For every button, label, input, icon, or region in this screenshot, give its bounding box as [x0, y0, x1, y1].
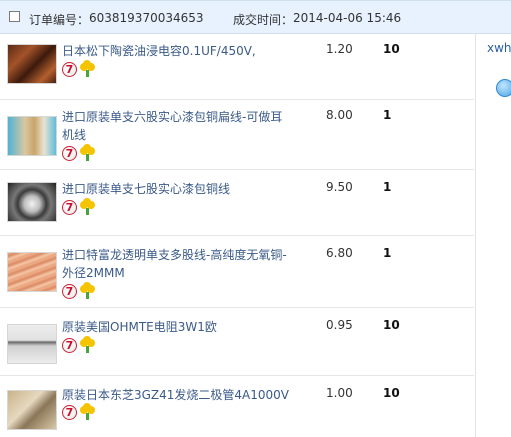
item-quantity: 1 — [383, 180, 392, 194]
flower-badge-icon — [80, 403, 95, 420]
chat-icon[interactable] — [496, 79, 511, 97]
item-row: 日本松下陶瓷油浸电容0.1UF/450V, 7 1.20 10 — [0, 34, 474, 100]
seven-day-return-icon: 7 — [62, 405, 77, 420]
product-title-link[interactable]: 原装日本东芝3GZ41发烧二极管4A1000V — [62, 386, 292, 404]
product-thumbnail[interactable] — [7, 252, 57, 292]
item-price: 6.80 — [326, 246, 353, 260]
deal-time: 2014-04-06 15:46 — [293, 11, 402, 25]
product-title-link[interactable]: 原装美国OHMTE电阻3W1欧 — [62, 318, 292, 336]
deal-time-label: 成交时间： — [233, 13, 294, 27]
item-quantity: 10 — [383, 42, 400, 56]
item-row: 进口特富龙透明单支多股线-高纯度无氧铜-外径2MMM 7 6.80 1 — [0, 236, 474, 308]
flower-badge-icon — [80, 282, 95, 299]
item-price: 8.00 — [326, 108, 353, 122]
flower-badge-icon — [80, 336, 95, 353]
seven-day-return-icon: 7 — [62, 146, 77, 161]
flower-badge-icon — [80, 198, 95, 215]
item-row: 进口原装单支六股实心漆包铜扁线-可做耳机线 7 8.00 1 — [0, 100, 474, 170]
product-title-link[interactable]: 进口原装单支六股实心漆包铜扁线-可做耳机线 — [62, 108, 292, 144]
item-quantity: 1 — [383, 108, 392, 122]
item-row: 进口原装单支七股实心漆包铜线 7 9.50 1 — [0, 170, 474, 236]
flower-badge-icon — [80, 60, 95, 77]
order-number-label: 订单编号： — [29, 13, 90, 27]
item-price: 1.20 — [326, 42, 353, 56]
seven-day-return-icon: 7 — [62, 62, 77, 77]
column-divider — [475, 34, 476, 437]
order-select-checkbox[interactable] — [9, 11, 20, 22]
product-thumbnail[interactable] — [7, 390, 57, 430]
seller-link[interactable]: xwh — [487, 41, 511, 55]
seven-day-return-icon: 7 — [62, 284, 77, 299]
item-row: 原装美国OHMTE电阻3W1欧 7 0.95 10 — [0, 308, 474, 376]
seven-day-return-icon: 7 — [62, 338, 77, 353]
product-title-link[interactable]: 进口特富龙透明单支多股线-高纯度无氧铜-外径2MMM — [62, 246, 292, 282]
item-quantity: 10 — [383, 318, 400, 332]
item-quantity: 1 — [383, 246, 392, 260]
seven-day-return-icon: 7 — [62, 200, 77, 215]
item-row: 原装日本东芝3GZ41发烧二极管4A1000V 7 1.00 10 — [0, 376, 474, 437]
item-price: 0.95 — [326, 318, 353, 332]
order-header: 订单编号： 603819370034653 成交时间： 2014-04-06 1… — [0, 0, 511, 34]
flower-badge-icon — [80, 144, 95, 161]
item-price: 1.00 — [326, 386, 353, 400]
product-title-link[interactable]: 日本松下陶瓷油浸电容0.1UF/450V, — [62, 42, 292, 60]
product-thumbnail[interactable] — [7, 324, 57, 364]
product-thumbnail[interactable] — [7, 44, 57, 84]
product-thumbnail[interactable] — [7, 116, 57, 156]
item-price: 9.50 — [326, 180, 353, 194]
item-quantity: 10 — [383, 386, 400, 400]
order-number: 603819370034653 — [89, 11, 204, 25]
product-title-link[interactable]: 进口原装单支七股实心漆包铜线 — [62, 180, 292, 198]
product-thumbnail[interactable] — [7, 182, 57, 222]
